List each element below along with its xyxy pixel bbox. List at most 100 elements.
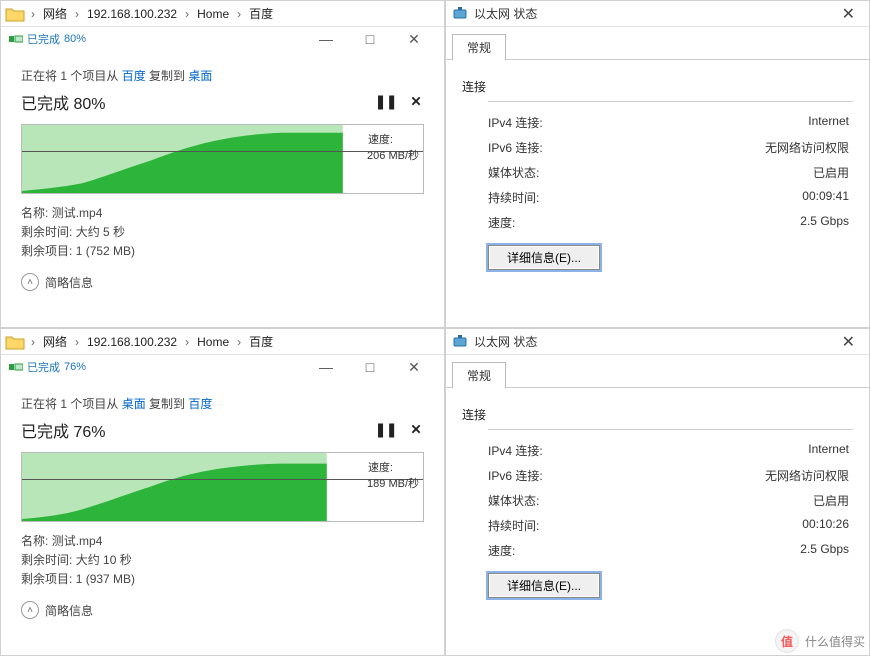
copy-source-link[interactable]: 桌面: [122, 397, 146, 411]
copy-dest-link[interactable]: 桌面: [188, 69, 212, 83]
ipv6-label: IPv6 连接:: [488, 139, 543, 156]
copy-details: 名称: 测试.mp4 剩余时间: 大约 10 秒 剩余项目: 1 (937 MB…: [21, 532, 424, 587]
watermark-icon: 值: [775, 629, 799, 653]
dialog-title: 以太网 状态: [474, 5, 537, 22]
ipv4-value: Internet: [808, 442, 853, 459]
explorer-pane-top: › 网络 › 192.168.100.232 › Home › 百度 已完成 8…: [0, 0, 445, 328]
maximize-button[interactable]: □: [348, 356, 392, 378]
chevron-right-icon: ›: [71, 7, 83, 21]
dialog-titlebar: 以太网 状态 ✕: [446, 1, 869, 27]
network-adapter-icon: [452, 6, 468, 22]
network-adapter-icon: [452, 334, 468, 350]
copy-dialog: 已完成 80% — □ ✕ 正在将 1 个项目从 百度 复制到 桌面 已完成 8…: [1, 27, 444, 303]
chevron-up-icon: ˄: [21, 601, 39, 619]
copy-source-link[interactable]: 百度: [122, 69, 146, 83]
media-state-value: 已启用: [813, 164, 853, 181]
speed-graph: 速度: 206 MB/秒: [21, 124, 424, 194]
chevron-right-icon: ›: [27, 7, 39, 21]
explorer-pane-bottom: › 网络 › 192.168.100.232 › Home › 百度 已完成 7…: [0, 328, 445, 656]
copy-progress-icon: [9, 32, 23, 46]
ipv4-label: IPv4 连接:: [488, 442, 543, 459]
maximize-button[interactable]: □: [348, 28, 392, 50]
ipv4-label: IPv4 连接:: [488, 114, 543, 131]
media-state-value: 已启用: [813, 492, 853, 509]
duration-value: 00:09:41: [802, 189, 853, 206]
pause-button[interactable]: ❚❚: [378, 422, 394, 438]
crumb-home[interactable]: Home: [193, 7, 233, 21]
breadcrumb[interactable]: › 网络 › 192.168.100.232 › Home › 百度: [1, 329, 444, 355]
crumb-ip[interactable]: 192.168.100.232: [83, 7, 181, 21]
tab-general[interactable]: 常规: [452, 362, 506, 388]
speed-graph: 速度: 189 MB/秒: [21, 452, 424, 522]
close-button[interactable]: ✕: [392, 356, 436, 378]
chevron-right-icon: ›: [233, 335, 245, 349]
tab-general[interactable]: 常规: [452, 34, 506, 60]
watermark: 值 什么值得买: [775, 629, 865, 653]
fewer-details-toggle[interactable]: ˄ 简略信息: [21, 601, 424, 619]
folder-icon: [5, 334, 25, 350]
copy-title-prefix: 已完成: [27, 31, 60, 47]
speed-value: 2.5 Gbps: [800, 214, 853, 231]
ethernet-status-top: 以太网 状态 ✕ 常规 连接 IPv4 连接: Internet IPv6 连接:…: [445, 0, 870, 328]
copy-title-prefix: 已完成: [27, 359, 60, 375]
minimize-button[interactable]: —: [304, 28, 348, 50]
cancel-button[interactable]: ✕: [408, 422, 424, 438]
crumb-home[interactable]: Home: [193, 335, 233, 349]
copy-dest-link[interactable]: 百度: [188, 397, 212, 411]
copy-details: 名称: 测试.mp4 剩余时间: 大约 5 秒 剩余项目: 1 (752 MB): [21, 204, 424, 259]
media-state-label: 媒体状态:: [488, 164, 539, 181]
speed-label: 速度:: [368, 131, 393, 147]
tab-bar: 常规: [446, 27, 869, 60]
duration-label: 持续时间:: [488, 517, 539, 534]
ipv6-label: IPv6 连接:: [488, 467, 543, 484]
minimize-button[interactable]: —: [304, 356, 348, 378]
tab-bar: 常规: [446, 355, 869, 388]
details-button[interactable]: 详细信息(E)...: [488, 245, 600, 270]
chevron-right-icon: ›: [233, 7, 245, 21]
copy-title-percent: 76%: [64, 361, 86, 373]
close-button[interactable]: ✕: [392, 28, 436, 50]
ipv6-value: 无网络访问权限: [765, 139, 853, 156]
dialog-title: 以太网 状态: [474, 333, 537, 350]
progress-percent-label: 已完成 80%: [21, 90, 105, 114]
copy-status-line: 正在将 1 个项目从 桌面 复制到 百度: [21, 395, 424, 412]
speed-value: 189 MB/秒: [367, 475, 419, 491]
chevron-right-icon: ›: [181, 335, 193, 349]
dialog-titlebar: 以太网 状态 ✕: [446, 329, 869, 355]
ethernet-status-bottom: 以太网 状态 ✕ 常规 连接 IPv4 连接: Internet IPv6 连接:…: [445, 328, 870, 656]
fewer-details-toggle[interactable]: ˄ 简略信息: [21, 273, 424, 291]
copy-titlebar: 已完成 80% — □ ✕: [1, 27, 444, 51]
ipv4-value: Internet: [808, 114, 853, 131]
chevron-right-icon: ›: [71, 335, 83, 349]
chevron-up-icon: ˄: [21, 273, 39, 291]
crumb-ip[interactable]: 192.168.100.232: [83, 335, 181, 349]
crumb-network[interactable]: 网络: [39, 5, 71, 22]
speed-value: 206 MB/秒: [367, 147, 419, 163]
speed-label: 速度:: [488, 542, 515, 559]
copy-title-percent: 80%: [64, 33, 86, 45]
copy-titlebar: 已完成 76% — □ ✕: [1, 355, 444, 379]
section-connection: 连接: [462, 406, 853, 423]
chevron-right-icon: ›: [27, 335, 39, 349]
speed-label: 速度:: [488, 214, 515, 231]
duration-value: 00:10:26: [802, 517, 853, 534]
folder-icon: [5, 6, 25, 22]
crumb-baidu[interactable]: 百度: [245, 333, 277, 350]
close-button[interactable]: ✕: [834, 4, 863, 24]
ipv6-value: 无网络访问权限: [765, 467, 853, 484]
close-button[interactable]: ✕: [834, 332, 863, 352]
crumb-baidu[interactable]: 百度: [245, 5, 277, 22]
duration-label: 持续时间:: [488, 189, 539, 206]
details-button[interactable]: 详细信息(E)...: [488, 573, 600, 598]
media-state-label: 媒体状态:: [488, 492, 539, 509]
speed-label: 速度:: [368, 459, 393, 475]
breadcrumb[interactable]: › 网络 › 192.168.100.232 › Home › 百度: [1, 1, 444, 27]
crumb-network[interactable]: 网络: [39, 333, 71, 350]
copy-status-line: 正在将 1 个项目从 百度 复制到 桌面: [21, 67, 424, 84]
speed-value: 2.5 Gbps: [800, 542, 853, 559]
chevron-right-icon: ›: [181, 7, 193, 21]
pause-button[interactable]: ❚❚: [378, 94, 394, 110]
copy-dialog: 已完成 76% — □ ✕ 正在将 1 个项目从 桌面 复制到 百度 已完成 7…: [1, 355, 444, 631]
cancel-button[interactable]: ✕: [408, 94, 424, 110]
section-connection: 连接: [462, 78, 853, 95]
